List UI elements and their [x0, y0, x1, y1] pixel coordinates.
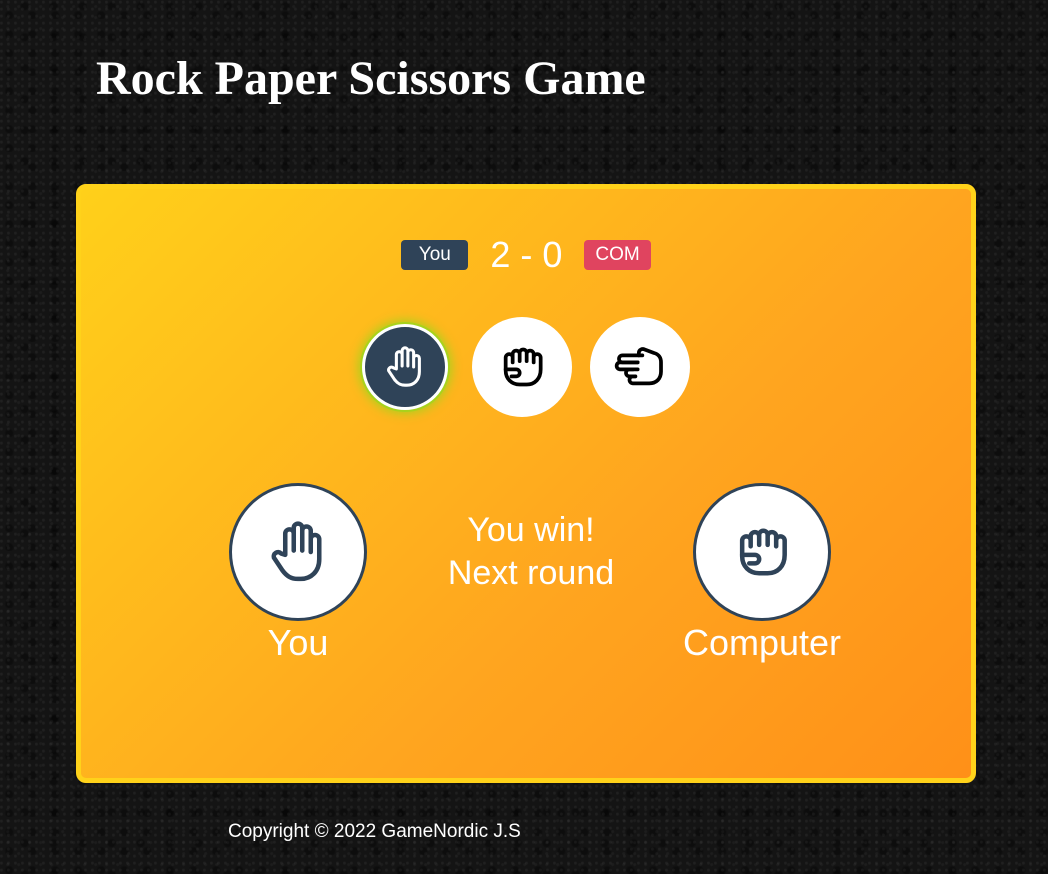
- fist-icon: [503, 347, 543, 387]
- result-message-line2: Next round: [447, 554, 615, 592]
- copyright-footer: Copyright © 2022 GameNordic J.S: [228, 821, 521, 842]
- user-badge: You: [401, 240, 469, 270]
- scoreboard: You 2 - 0 COM: [81, 233, 971, 277]
- score-display: 2 - 0: [490, 234, 563, 275]
- page-title: Rock Paper Scissors Game: [96, 52, 646, 105]
- scissors-hand-icon: [614, 347, 663, 386]
- open-hand-icon: [271, 521, 322, 582]
- open-hand-icon: [387, 346, 421, 387]
- fist-icon: [739, 528, 787, 576]
- computer-badge: COM: [584, 240, 651, 270]
- rock-choice-button[interactable]: [472, 317, 572, 417]
- scissors-choice-button[interactable]: [590, 317, 690, 417]
- choices-row: [81, 317, 971, 417]
- player-choice-display: [229, 483, 367, 621]
- computer-label: Computer: [682, 622, 842, 663]
- computer-choice-display: [693, 483, 831, 621]
- paper-choice-button[interactable]: [362, 324, 448, 410]
- player-label: You: [267, 622, 329, 663]
- result-message-line1: You win!: [467, 511, 595, 549]
- result-message: You win! Next round: [381, 509, 681, 595]
- game-board: You 2 - 0 COM You win! Next round You Co…: [76, 184, 976, 783]
